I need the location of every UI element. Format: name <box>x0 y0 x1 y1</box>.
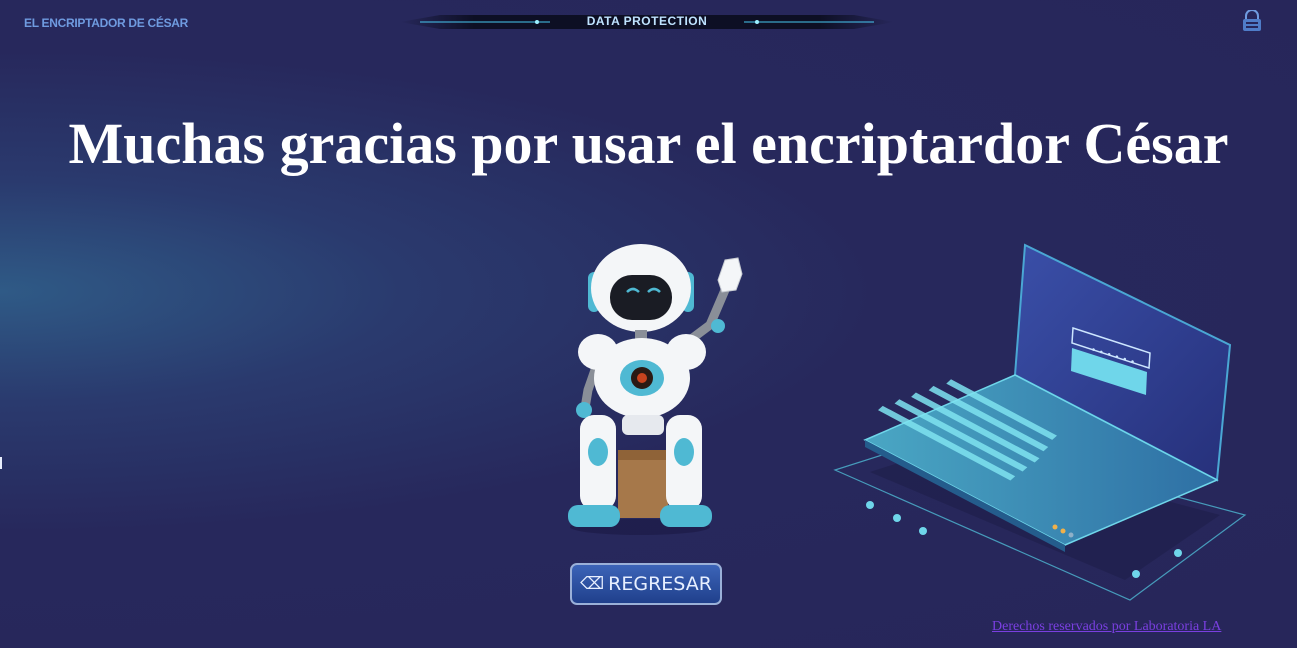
backspace-icon: ⌫ <box>580 574 605 594</box>
waving-robot-illustration <box>560 240 760 540</box>
page-title: Muchas gracias por usar el encriptardor … <box>68 111 1229 176</box>
app-brand: EL ENCRIPTADOR DE CÉSAR <box>24 16 189 30</box>
back-button-label: REGRESAR <box>608 573 712 595</box>
back-button[interactable]: ⌫ REGRESAR <box>570 563 722 605</box>
lock-shield-icon <box>1240 9 1264 32</box>
footer-credits-link[interactable]: Derechos reservados por Laboratoria LA <box>992 619 1221 635</box>
edge-marker <box>0 457 2 469</box>
data-protection-banner: DATA PROTECTION <box>400 12 894 32</box>
laptop-password-illustration: • • • • • • <box>825 240 1260 610</box>
banner-text: DATA PROTECTION <box>586 14 708 28</box>
